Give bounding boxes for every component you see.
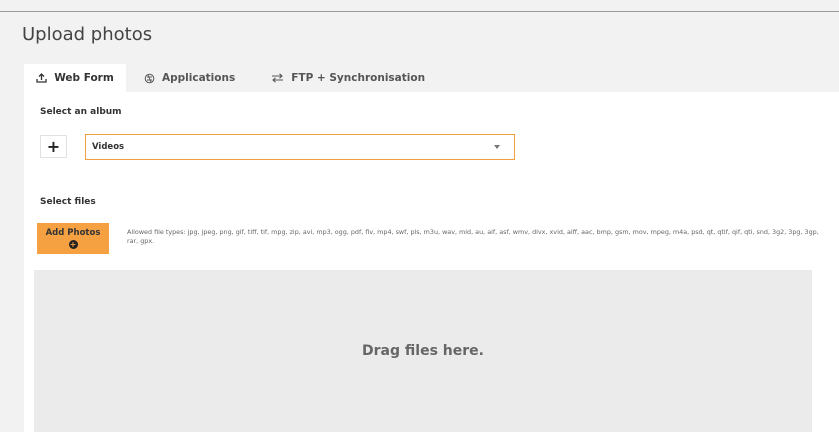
chevron-down-icon	[494, 145, 500, 149]
album-select-value: Videos	[92, 142, 125, 152]
upload-method-tabs: Web Form Applications FTP + Synchronisat…	[24, 64, 443, 92]
file-drop-zone[interactable]: Drag files here.	[34, 270, 812, 432]
tab-applications[interactable]: Applications	[126, 64, 253, 92]
top-divider	[0, 11, 839, 12]
dropzone-text: Drag files here.	[362, 343, 484, 359]
album-select[interactable]: Videos	[85, 134, 515, 160]
plus-circle-icon: +	[68, 240, 78, 249]
sync-arrows-icon	[271, 73, 284, 83]
tab-web-form-label: Web Form	[54, 72, 114, 84]
add-album-button[interactable]: +	[40, 135, 67, 158]
page-title: Upload photos	[22, 24, 153, 45]
add-photos-button[interactable]: Add Photos +	[37, 223, 109, 254]
select-files-label: Select files	[40, 197, 96, 207]
tab-web-form[interactable]: Web Form	[24, 64, 126, 92]
add-photos-label: Add Photos	[45, 228, 101, 238]
tab-ftp-synchronisation[interactable]: FTP + Synchronisation	[253, 64, 443, 92]
upload-icon	[36, 73, 47, 83]
select-album-label: Select an album	[40, 107, 122, 117]
tab-applications-label: Applications	[162, 72, 236, 84]
web-form-panel: Select an album + Videos Select files Ad…	[24, 92, 839, 432]
tab-ftp-label: FTP + Synchronisation	[291, 72, 426, 84]
apps-icon	[144, 73, 155, 84]
allowed-file-types: Allowed file types: jpg, jpeg, png, gif,…	[127, 228, 819, 245]
